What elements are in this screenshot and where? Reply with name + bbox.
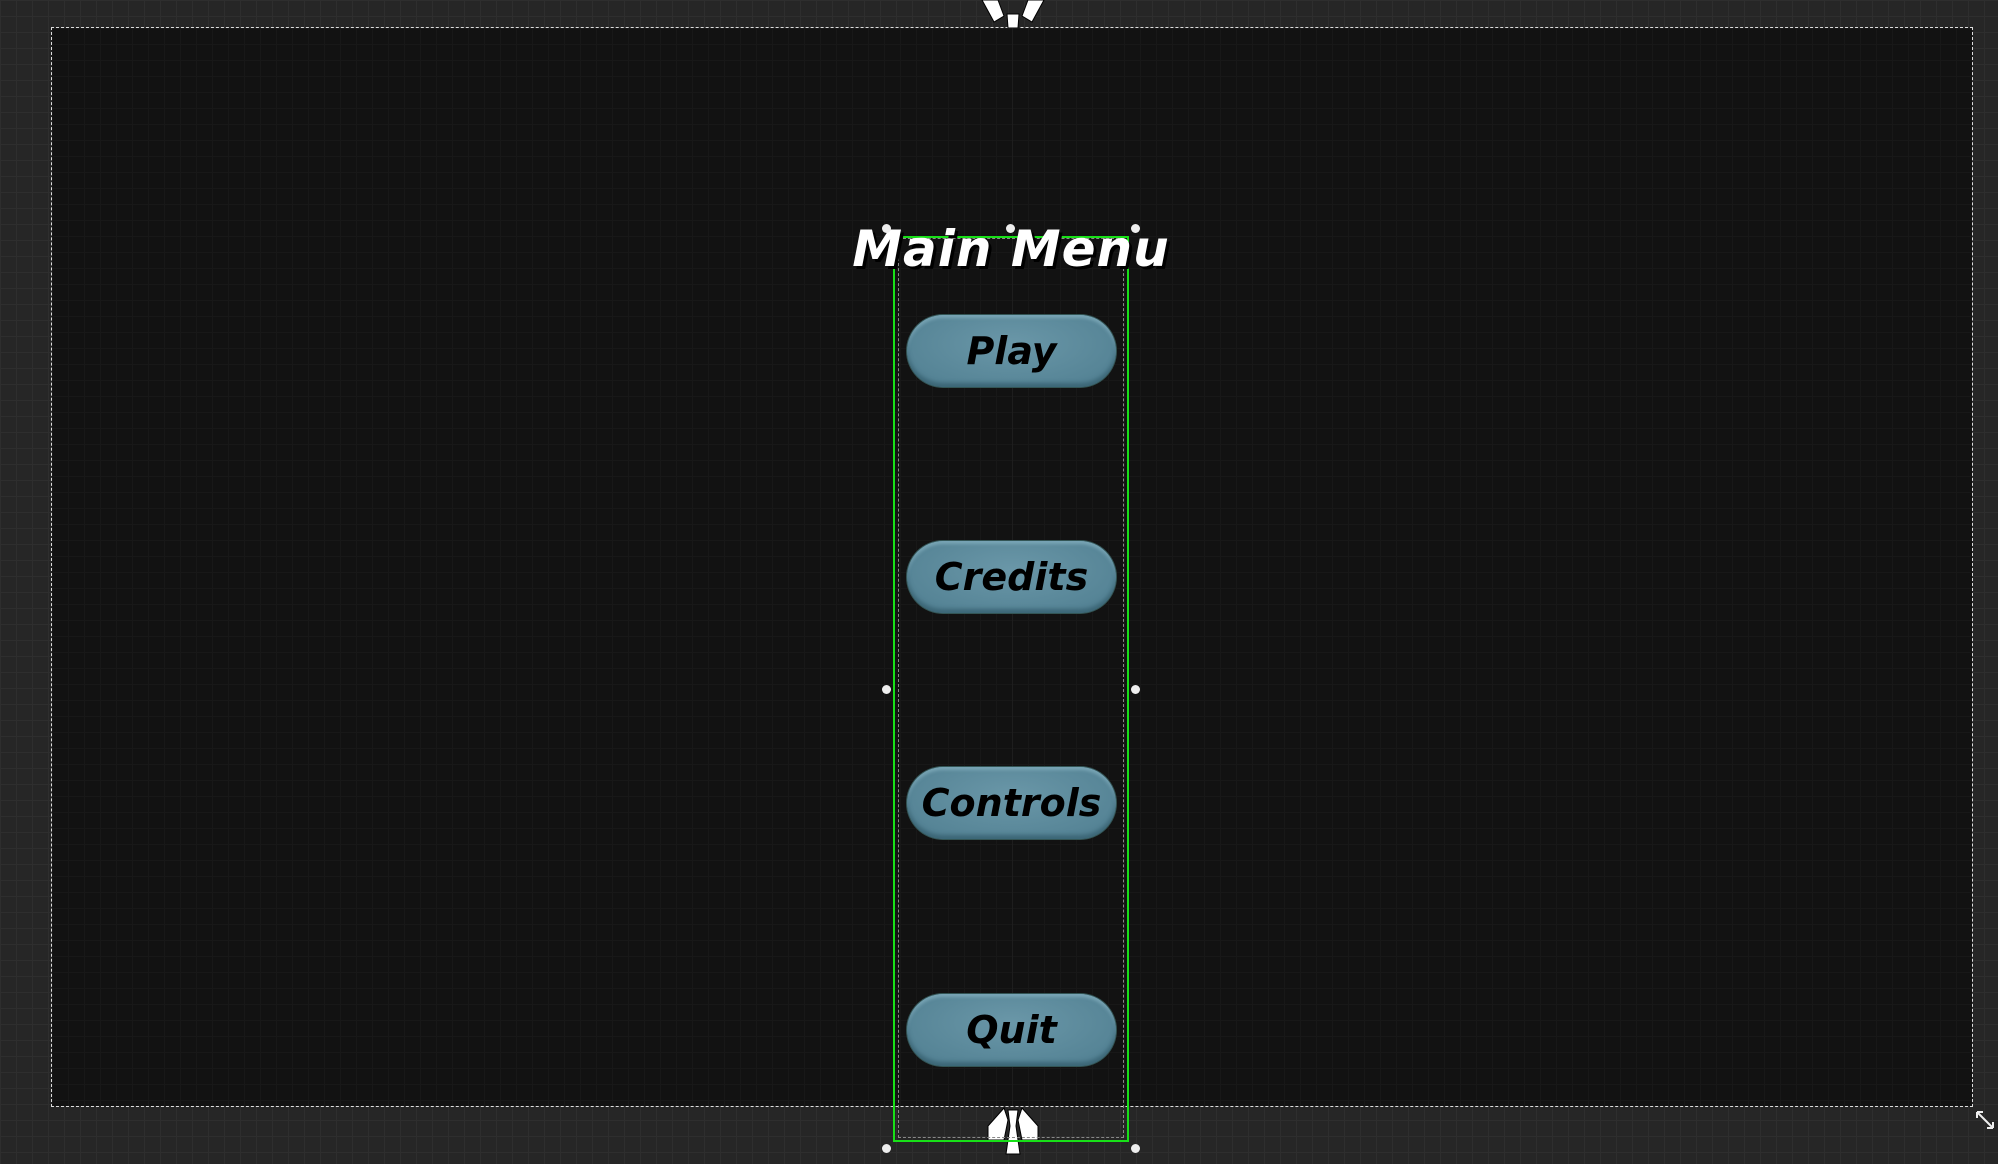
controls-button[interactable]: Controls (907, 767, 1116, 839)
resize-handle-right[interactable] (1131, 685, 1140, 694)
quit-button[interactable]: Quit (907, 994, 1116, 1066)
play-button[interactable]: Play (907, 315, 1116, 387)
anchor-top-icon[interactable] (980, 0, 1046, 28)
canvas-resize-icon[interactable] (1975, 1110, 1995, 1130)
resize-handle-left[interactable] (882, 685, 891, 694)
resize-handle-top-left[interactable] (882, 224, 891, 233)
resize-handle-top[interactable] (1006, 224, 1015, 233)
credits-button[interactable]: Credits (907, 541, 1116, 613)
resize-handle-bottom-left[interactable] (882, 1144, 891, 1153)
resize-handle-top-right[interactable] (1131, 224, 1140, 233)
resize-handle-bottom-right[interactable] (1131, 1144, 1140, 1153)
